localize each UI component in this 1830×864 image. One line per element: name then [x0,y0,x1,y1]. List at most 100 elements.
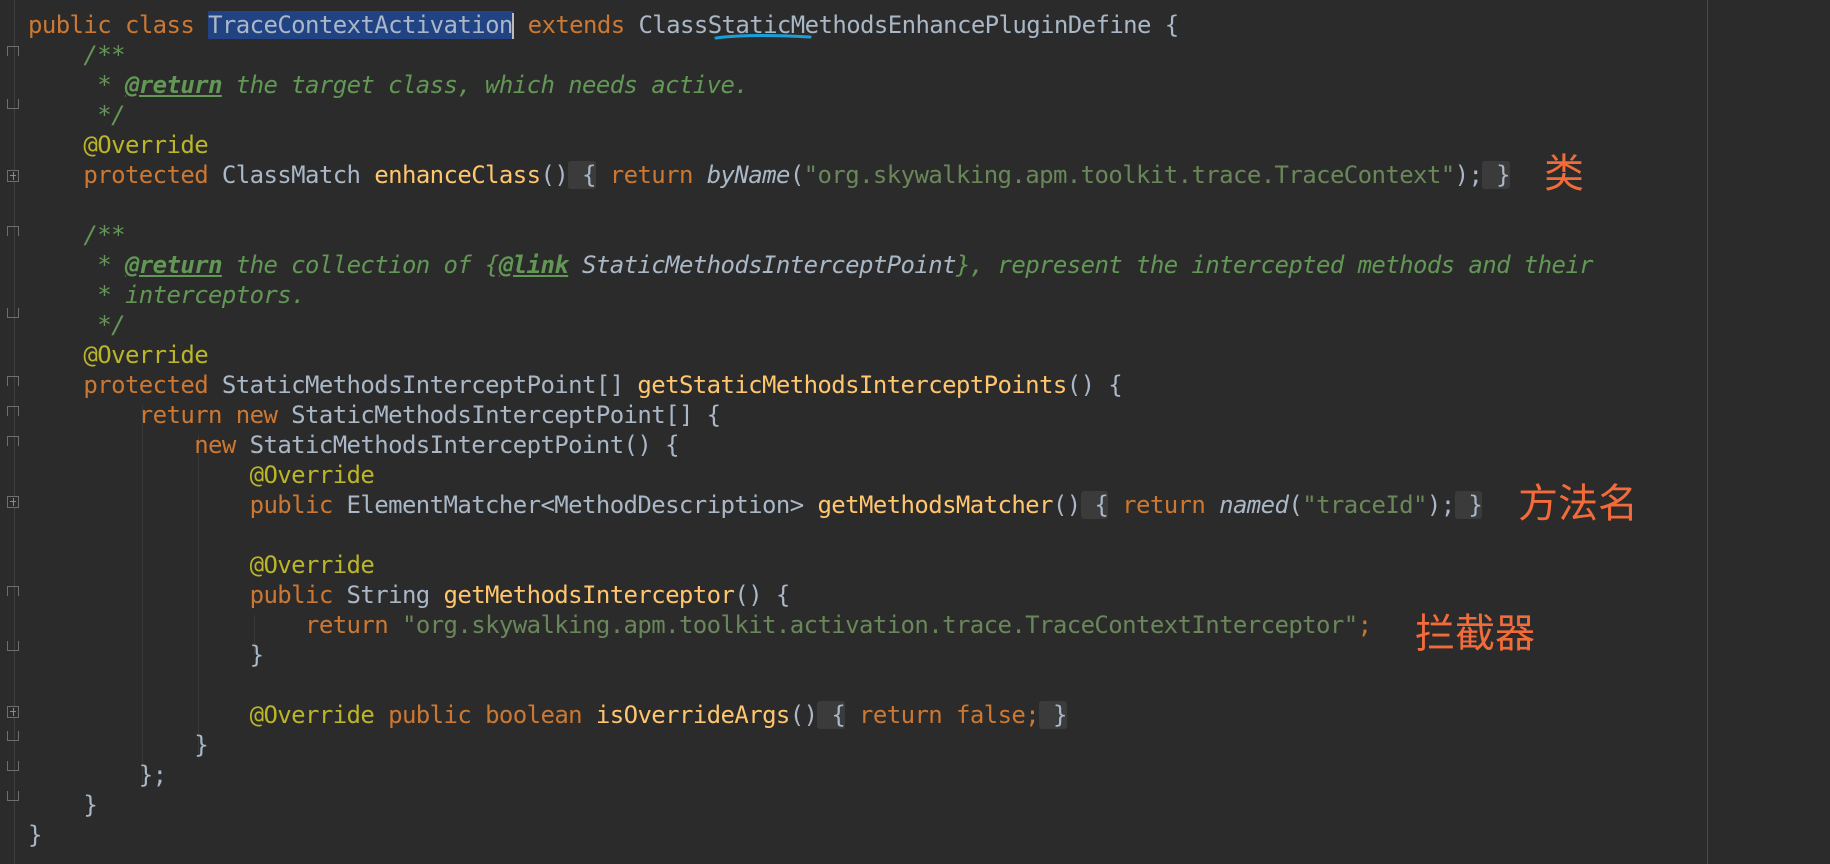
fold-collapse-icon[interactable] [7,586,19,596]
string-literal: "org.skywalking.apm.toolkit.trace.TraceC… [803,161,1456,189]
code-line-methods-interceptor[interactable]: public String getMethodsInterceptor() { [28,580,791,610]
close-brace: } [83,791,98,819]
return-type: StaticMethodsInterceptPoint[] [208,371,638,399]
folded-block-open[interactable]: { [817,701,846,729]
code-line-doc-return[interactable]: * @return the target class, which needs … [28,70,749,100]
params-and-brace: () { [1066,371,1123,399]
code-line-close-brace[interactable]: } [28,730,208,760]
selected-class-name[interactable]: TraceContextActivation [208,11,513,39]
return-type: ClassMatch [208,161,375,189]
paren-close: ); [1454,161,1483,189]
code-line-override[interactable]: @Override [28,130,208,160]
array-type: StaticMethodsInterceptPoint[] { [277,401,721,429]
folded-block-close[interactable]: } [1454,491,1483,519]
annotation-note-class: 类 [1544,151,1584,197]
method-name-intercept-points: getStaticMethodsInterceptPoints [637,371,1067,399]
keyword-return: return [1122,491,1206,519]
paren-close: ); [1426,491,1455,519]
code-editor[interactable]: public class TraceContextActivation exte… [0,0,1830,864]
annotation-override: @Override [249,551,375,579]
code-line-close-brace[interactable]: } [28,790,97,820]
code-line-close-brace[interactable]: } [28,640,264,670]
doc-comment-open: /** [83,221,125,249]
annotation-override: @Override [83,131,209,159]
code-line-override-args[interactable]: @Override public boolean isOverrideArgs(… [28,700,1067,730]
fold-expand-end-icon[interactable] [7,99,19,109]
code-line-doc-close[interactable]: */ [28,100,125,130]
code-line-close-array[interactable]: }; [28,760,167,790]
fold-expand-end-icon[interactable] [7,731,19,741]
paren-open: ( [789,161,804,189]
fold-collapse-icon[interactable] [7,436,19,446]
folded-block-close[interactable]: } [1039,701,1067,729]
doc-comment-text: the target class, which needs active. [221,71,749,99]
folded-block-open[interactable]: { [568,161,596,189]
fold-collapse-icon[interactable] [7,46,19,56]
close-brace: } [194,731,209,759]
params-and-brace: () { [734,581,790,609]
superclass-name-part: Class [638,11,708,39]
doc-comment-open: /** [83,41,125,69]
method-name-enhance-class: enhanceClass [374,161,541,189]
code-line-doc-close[interactable]: */ [28,310,125,340]
superclass-name-part: MethodsEnhancePluginDefine [790,11,1152,39]
code-line-doc-continued[interactable]: * interceptors. [28,280,305,310]
annotation-note-interceptor: 拦截器 [1415,611,1535,657]
doc-comment-close: */ [83,311,125,339]
keyword-boolean: boolean [485,701,583,729]
fold-collapse-icon[interactable] [7,406,19,416]
close-brace: } [28,821,42,849]
keyword-class: class [124,11,195,39]
code-line-intercept-points[interactable]: protected StaticMethodsInterceptPoint[] … [28,370,1122,400]
fold-plus-icon[interactable] [7,706,19,718]
fold-expand-end-icon[interactable] [7,791,19,801]
folded-block-open[interactable]: { [1080,491,1109,519]
code-line-doc-open[interactable]: /** [28,40,125,70]
keyword-false: false [956,701,1026,729]
code-line-return-new-array[interactable]: return new StaticMethodsInterceptPoint[]… [28,400,721,430]
keyword-return: return [138,401,223,429]
parens: () [789,701,818,729]
return-type: ElementMatcher<MethodDescription> [332,491,818,519]
code-line-return-string[interactable]: return "org.skywalking.apm.toolkit.activ… [28,610,1372,640]
code-line-override[interactable]: @Override [28,340,208,370]
call-named: named [1219,491,1289,519]
semicolon: ; [1025,701,1040,729]
code-line-new-intercept-point[interactable]: new StaticMethodsInterceptPoint() { [28,430,679,460]
code-line-override[interactable]: @Override [28,460,375,490]
code-line-methods-matcher[interactable]: public ElementMatcher<MethodDescription>… [28,490,1483,520]
close-array: }; [138,761,167,789]
code-line-override[interactable]: @Override [28,550,375,580]
paren-open: ( [1288,491,1303,519]
annotation-override: @Override [83,341,209,369]
code-line-enhance-class[interactable]: protected ClassMatch enhanceClass() { re… [28,160,1511,190]
doc-comment-text: the collection of { [221,251,500,279]
keyword-return: return [305,611,389,639]
fold-collapse-icon[interactable] [7,226,19,236]
code-line-class-declaration[interactable]: public class TraceContextActivation exte… [28,10,1179,40]
keyword-public: public [28,11,112,39]
string-literal: "traceId" [1302,491,1427,519]
doc-comment-prefix: * [83,71,125,99]
call-by-name: byName [706,161,791,189]
folded-block-close[interactable]: } [1482,161,1511,189]
fold-collapse-icon[interactable] [7,376,19,386]
doc-tag-link: @link [498,251,569,279]
close-brace: } [249,641,264,669]
code-line-doc-open[interactable]: /** [28,220,125,250]
fold-expand-end-icon[interactable] [7,641,19,651]
fold-plus-icon[interactable] [7,496,19,508]
code-line-doc-return[interactable]: * @return the collection of {@link Stati… [28,250,1593,280]
fold-plus-icon[interactable] [7,170,19,182]
keyword-new: new [235,401,278,429]
method-name-is-override-args: isOverrideArgs [595,701,790,729]
fold-expand-end-icon[interactable] [7,761,19,771]
keyword-protected: protected [83,161,209,189]
right-margin-guide [1707,0,1708,864]
handwritten-underline-mark [714,34,812,40]
constructor-call: StaticMethodsInterceptPoint() { [235,431,680,459]
text-caret [511,13,514,39]
fold-expand-end-icon[interactable] [7,308,19,318]
code-line-close-brace[interactable]: } [28,820,42,850]
semicolon: ; [1357,611,1372,639]
